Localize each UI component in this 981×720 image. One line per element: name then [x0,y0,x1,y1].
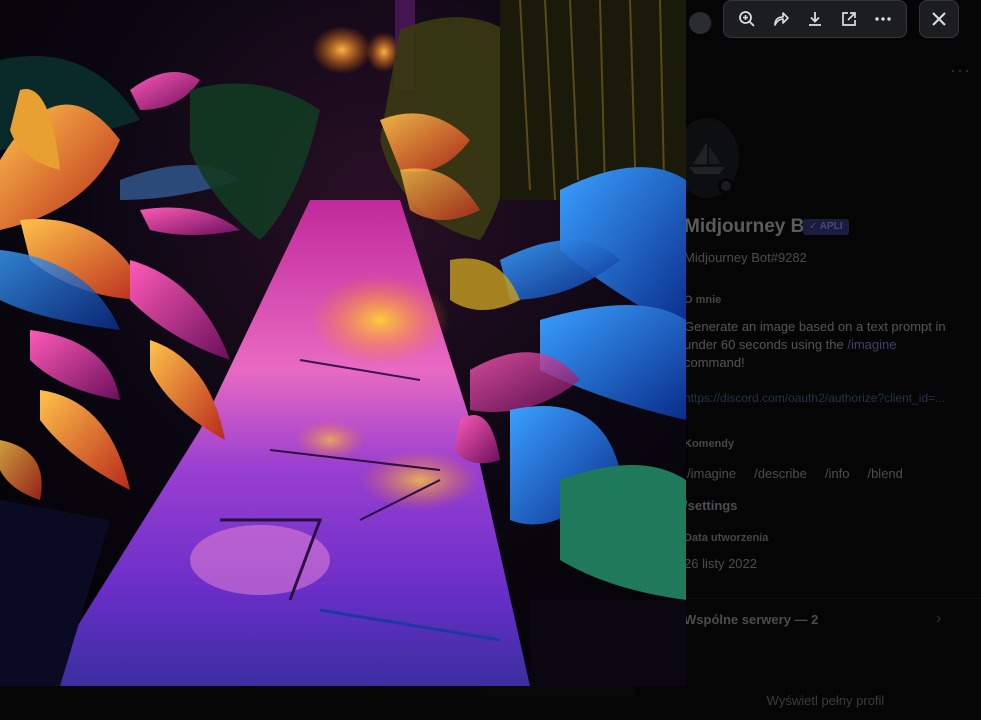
command-describe[interactable]: /describe [751,465,810,482]
invite-link[interactable]: https://discord.com/oauth2/authorize?cli… [684,390,954,406]
username: Midjourney Bot#9282 [684,250,807,265]
about-text: Generate an image based on a text prompt… [684,318,954,372]
commands-title: Komendy [684,438,735,450]
uploader-avatar[interactable] [689,12,711,34]
sailboat-icon [689,142,725,174]
open-external-icon[interactable] [835,5,863,33]
image-toolbar [723,0,907,38]
divider [670,598,981,599]
message-bar [480,686,635,696]
more-icon[interactable] [869,5,897,33]
more-options-icon[interactable]: ··· [950,60,971,81]
created-date: 26 listy 2022 [684,556,757,571]
status-indicator [718,178,734,194]
command-blend[interactable]: /blend [864,465,905,482]
close-icon [932,12,946,26]
about-command[interactable]: /imagine [847,337,896,352]
mutual-servers[interactable]: Wspólne serwery — 2 [684,612,818,627]
chevron-right-icon[interactable]: › [936,610,941,628]
commands-list: /imagine /describe /info /blend [684,465,906,482]
view-full-profile-button[interactable]: Wyświetl pełny profil [670,684,981,720]
garden-path-image [0,0,686,686]
about-text-part: Generate an image based on a text prompt… [684,319,946,352]
command-info[interactable]: /info [822,465,853,482]
display-name: Midjourney Bot [684,216,823,237]
created-title: Data utworzenia [684,532,769,544]
zoom-in-icon[interactable] [733,5,761,33]
image-preview[interactable] [0,0,686,686]
download-icon[interactable] [801,5,829,33]
about-text-part: command! [684,355,745,370]
command-imagine[interactable]: /imagine [684,465,739,482]
command-settings[interactable]: /settings [684,498,737,513]
app-badge: ✓ APLI [803,219,849,235]
close-button[interactable] [919,0,959,38]
forward-icon[interactable] [767,5,795,33]
about-title: O mnie [684,294,722,306]
